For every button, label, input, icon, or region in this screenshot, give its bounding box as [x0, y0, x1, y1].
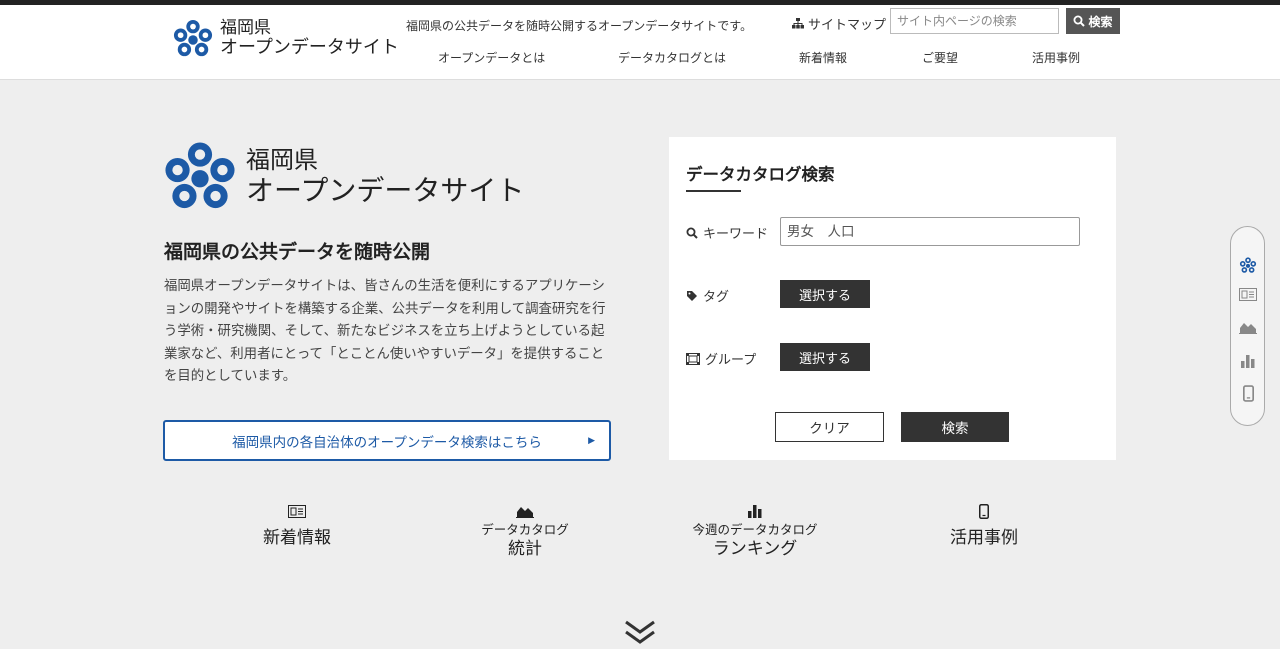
group-icon	[686, 352, 700, 365]
catalog-search-panel: データカタログ検索 キーワード タグ 選択する グループ 選択する クリア 検索	[669, 137, 1116, 460]
feature-catalog-stats-label: 統計	[508, 539, 542, 559]
logo-text-prefecture: 福岡県	[220, 17, 271, 38]
site-search-button[interactable]: 検索	[1066, 8, 1120, 34]
area-chart-icon	[516, 507, 534, 518]
keyword-input[interactable]	[780, 217, 1080, 246]
logo-mark-icon	[165, 142, 235, 209]
hero-description: 福岡県オープンデータサイトは、皆さんの生活を便利にするアプリケーションの開発やサ…	[164, 279, 606, 384]
hero-logo-site: オープンデータサイト	[246, 174, 525, 207]
feature-ranking-sub: 今週のデータカタログ	[692, 522, 818, 537]
side-nav-use-cases[interactable]	[1238, 383, 1258, 403]
global-nav: オープンデータとは データカタログとは 新着情報 ご要望 活用事例	[410, 49, 1100, 69]
site-header: 福岡県 オープンデータサイト 福岡県の公共データを随時公開するオープンデータサイ…	[0, 5, 1280, 80]
logo-mark-icon	[1239, 256, 1257, 273]
nav-item-requests[interactable]: ご要望	[922, 49, 958, 66]
side-quick-nav	[1230, 226, 1265, 426]
feature-use-cases[interactable]: 活用事例	[924, 501, 1044, 549]
side-nav-stats[interactable]	[1238, 317, 1258, 337]
nav-item-about-open-data[interactable]: オープンデータとは	[438, 49, 545, 66]
nav-item-news[interactable]: 新着情報	[799, 49, 847, 66]
hero-title: 福岡県の公共データを随時公開	[164, 241, 431, 263]
sitemap-label: サイトマップ	[808, 18, 887, 33]
site-search-button-label: 検索	[1088, 14, 1113, 29]
group-label-text: グループ	[705, 353, 757, 368]
catalog-search-title: データカタログ検索	[686, 165, 835, 184]
municipal-search-link-label: 福岡県内の各自治体のオープンデータ検索はこちら	[232, 434, 542, 451]
tag-label: タグ	[686, 286, 729, 305]
feature-news[interactable]: 新着情報	[237, 501, 357, 549]
feature-catalog-stats[interactable]: データカタログ 統計	[465, 501, 585, 560]
logo-text-site: オープンデータサイト	[220, 36, 399, 58]
side-nav-ranking[interactable]	[1238, 351, 1258, 371]
nav-item-use-cases[interactable]: 活用事例	[1032, 49, 1080, 66]
logo-mark-icon	[173, 19, 213, 57]
bar-chart-icon	[748, 505, 762, 518]
mobile-icon	[1242, 384, 1254, 402]
group-label: グループ	[686, 349, 756, 368]
search-icon	[1073, 15, 1086, 27]
catalog-search-button[interactable]: 検索	[901, 412, 1009, 442]
feature-news-label: 新着情報	[263, 528, 331, 548]
side-nav-home[interactable]	[1238, 255, 1258, 275]
clear-button[interactable]: クリア	[775, 412, 884, 442]
mobile-icon	[979, 503, 989, 519]
bar-chart-icon	[1241, 355, 1255, 368]
feature-ranking-label: ランキング	[712, 539, 798, 559]
hero-logo-prefecture: 福岡県	[246, 146, 318, 174]
newspaper-icon	[288, 504, 306, 518]
area-chart-icon	[1239, 323, 1257, 334]
sitemap-link[interactable]: サイトマップ	[792, 14, 886, 33]
group-select-button[interactable]: 選択する	[780, 343, 870, 371]
keyword-label-text: キーワード	[703, 227, 769, 242]
hero-logo: 福岡県 オープンデータサイト	[162, 140, 524, 214]
tag-icon	[687, 290, 697, 301]
search-icon	[686, 227, 698, 239]
sitemap-icon	[792, 18, 804, 29]
double-chevron-down-icon[interactable]	[624, 618, 656, 646]
tag-label-text: タグ	[703, 290, 730, 305]
feature-ranking[interactable]: 今週のデータカタログ ランキング	[680, 501, 830, 560]
feature-catalog-stats-sub: データカタログ	[481, 522, 569, 537]
newspaper-icon	[1239, 287, 1257, 301]
tag-select-button[interactable]: 選択する	[780, 280, 870, 308]
title-underline	[686, 190, 741, 192]
site-search-input[interactable]	[890, 8, 1059, 34]
site-logo[interactable]: 福岡県 オープンデータサイト	[172, 19, 399, 59]
nav-item-about-catalog[interactable]: データカタログとは	[618, 49, 726, 66]
feature-use-cases-label: 活用事例	[950, 528, 1018, 548]
caret-right-icon: ▶	[588, 436, 595, 446]
side-nav-news[interactable]	[1238, 284, 1258, 304]
site-tagline: 福岡県の公共データを随時公開するオープンデータサイトです。	[406, 19, 753, 33]
municipal-search-link[interactable]: 福岡県内の各自治体のオープンデータ検索はこちら ▶	[163, 420, 611, 461]
keyword-label: キーワード	[686, 223, 768, 242]
